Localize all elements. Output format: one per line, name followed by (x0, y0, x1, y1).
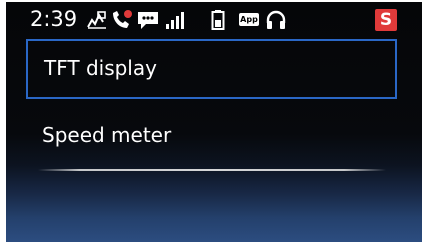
menu-item-speed-meter[interactable]: Speed meter (26, 106, 397, 166)
message-icon (136, 8, 160, 32)
phone-missed-call-icon (110, 8, 134, 32)
car-route-icon (86, 8, 108, 32)
menu-divider (38, 169, 386, 171)
display-screen: 2:39 App S TFT display Speed meter (6, 2, 422, 242)
s-badge-icon: S (375, 9, 397, 31)
menu-item-tft-display[interactable]: TFT display (26, 39, 397, 99)
battery-icon (209, 8, 227, 32)
signal-bars-icon (164, 8, 188, 32)
status-bar: 2:39 App S (6, 2, 422, 38)
app-icon: App (239, 13, 259, 26)
clock-time: 2:39 (30, 7, 78, 31)
menu-item-label: TFT display (44, 56, 157, 80)
menu-item-label: Speed meter (42, 123, 172, 147)
headset-icon (265, 8, 287, 32)
